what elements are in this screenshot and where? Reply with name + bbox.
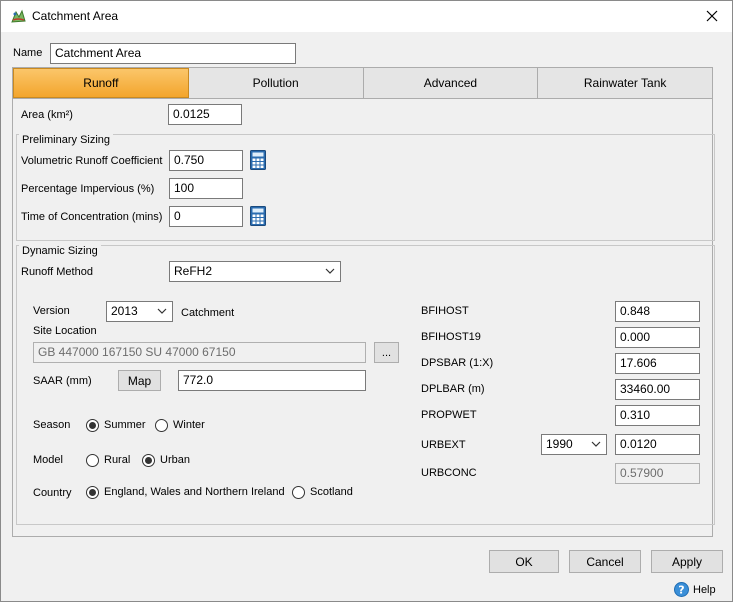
season-winter-radio[interactable] [155,419,168,432]
urbconc-label: URBCONC [421,467,477,479]
help-label: Help [693,583,716,596]
version-select[interactable]: 2013 [106,301,173,322]
model-urban-radio[interactable] [142,454,155,467]
country-label: Country [33,487,72,499]
area-label: Area (km²) [21,109,73,121]
map-button[interactable]: Map [118,370,161,391]
tab-runoff[interactable]: Runoff [13,68,189,98]
dynamic-sizing-title: Dynamic Sizing [19,245,101,257]
svg-text:?: ? [678,584,684,597]
close-icon [706,10,718,22]
model-label: Model [33,454,63,466]
version-value: 2013 [111,304,138,318]
season-summer-label: Summer [104,419,146,431]
country-england-radio[interactable] [86,486,99,499]
propwet-input[interactable]: 0.310 [615,405,700,426]
season-summer-radio[interactable] [86,419,99,432]
tab-advanced[interactable]: Advanced [363,68,539,98]
urbext-year-value: 1990 [546,437,573,451]
season-winter-label: Winter [173,419,205,431]
country-scotland-label: Scotland [310,486,353,498]
help-icon: ? [674,582,689,597]
version-label: Version [33,305,70,317]
pimp-label: Percentage Impervious (%) [21,183,155,195]
urbext-label: URBEXT [421,439,466,451]
window-title: Catchment Area [32,9,119,23]
country-scotland-radio[interactable] [292,486,305,499]
preliminary-sizing-group: Preliminary Sizing Volumetric Runoff Coe… [16,134,715,241]
tab-rainwater-tank[interactable]: Rainwater Tank [538,68,712,98]
runoff-method-value: ReFH2 [174,264,213,278]
runoff-method-label: Runoff Method [21,266,93,278]
model-rural-radio[interactable] [86,454,99,467]
model-rural-label: Rural [104,454,131,466]
tab-pollution[interactable]: Pollution [188,68,364,98]
vrc-input[interactable]: 0.750 [169,150,243,171]
version-suffix: Catchment [181,307,235,319]
close-button[interactable] [701,5,723,27]
model-urban-label: Urban [160,454,190,466]
runoff-method-select[interactable]: ReFH2 [169,261,341,282]
bfihost19-label: BFIHOST19 [421,331,481,343]
urbext-input[interactable]: 0.0120 [615,434,700,455]
dpsbar-label: DPSBAR (1:X) [421,357,494,369]
bfihost19-input[interactable]: 0.000 [615,327,700,348]
title-bar: Catchment Area [1,1,732,32]
bfihost-input[interactable]: 0.848 [615,301,700,322]
name-input[interactable]: Catchment Area [50,43,296,64]
urbext-year-select[interactable]: 1990 [541,434,607,455]
country-england-label: England, Wales and Northern Ireland [104,486,285,498]
pimp-input[interactable]: 100 [169,178,243,199]
site-location-input: GB 447000 167150 SU 47000 67150 [33,342,366,363]
calculator-icon[interactable] [250,206,266,226]
tab-bar: Runoff Pollution Advanced Rainwater Tank [12,67,713,99]
urbconc-input: 0.57900 [615,463,700,484]
chevron-down-icon [325,268,335,274]
propwet-label: PROPWET [421,409,477,421]
dynamic-sizing-group: Dynamic Sizing Runoff Method ReFH2 Versi… [16,245,715,525]
chevron-down-icon [591,441,601,447]
dialog-window: Catchment Area Name Catchment Area Runof… [0,0,733,602]
dplbar-input[interactable]: 33460.00 [615,379,700,400]
toc-label: Time of Concentration (mins) [21,211,163,223]
dpsbar-input[interactable]: 17.606 [615,353,700,374]
site-location-browse-button[interactable]: ... [374,342,399,363]
calculator-icon[interactable] [250,150,266,170]
cancel-button[interactable]: Cancel [569,550,641,573]
ok-button[interactable]: OK [489,550,559,573]
toc-input[interactable]: 0 [169,206,243,227]
help-link[interactable]: ? Help [674,582,716,597]
runoff-panel: Area (km²) 0.0125 Preliminary Sizing Vol… [12,99,715,537]
catchment-icon [11,9,26,23]
preliminary-sizing-title: Preliminary Sizing [19,134,114,146]
area-input[interactable]: 0.0125 [168,104,242,125]
site-location-label: Site Location [33,325,97,337]
saar-label: SAAR (mm) [33,375,92,387]
name-label: Name [13,47,43,59]
saar-input[interactable]: 772.0 [178,370,366,391]
apply-button[interactable]: Apply [651,550,723,573]
chevron-down-icon [157,308,167,314]
vrc-label: Volumetric Runoff Coefficient [21,155,163,167]
dplbar-label: DPLBAR (m) [421,383,485,395]
bfihost-label: BFIHOST [421,305,469,317]
season-label: Season [33,419,71,431]
